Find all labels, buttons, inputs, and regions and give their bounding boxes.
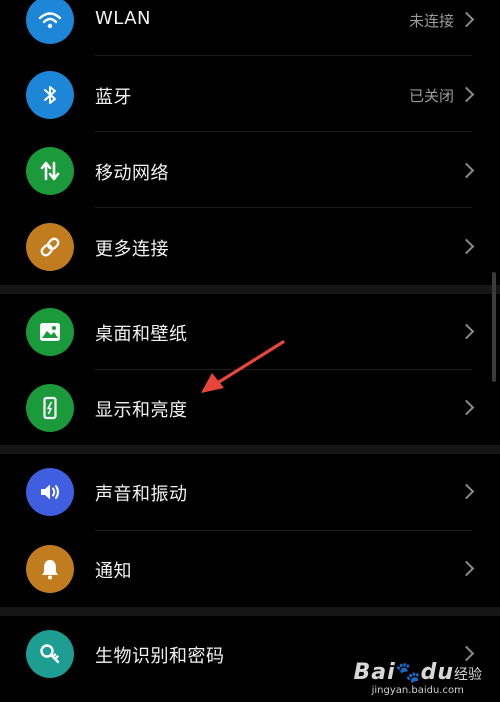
settings-item-sound[interactable]: 声音和振动 [0,454,500,530]
settings-item-label: 生物识别和密码 [95,646,225,667]
settings-item-label: 显示和亮度 [95,400,188,421]
watermark: Bai🐾du经验 jingyan.baidu.com [354,660,482,696]
settings-item-label: 移动网络 [95,163,169,184]
divider [95,55,472,56]
divider [95,207,472,208]
chevron-right-icon [458,483,475,500]
scrollbar[interactable] [492,272,496,382]
link-icon [26,223,74,271]
settings-item-mobile-network[interactable]: 移动网络 [0,133,500,209]
section-separator [0,285,500,294]
wifi-icon [26,0,74,44]
settings-item-more-connections[interactable]: 更多连接 [0,209,500,285]
chevron-right-icon [458,399,475,416]
chevron-right-icon [458,11,475,28]
bell-icon [26,545,74,593]
chevron-right-icon [458,238,475,255]
settings-item-label: 更多连接 [95,239,169,260]
watermark-logo: Bai🐾du经验 [353,660,482,685]
image-icon [26,308,74,356]
key-icon [26,630,74,678]
annotation-arrow [201,340,285,393]
settings-item-label: 蓝牙 [95,87,132,108]
settings-item-bluetooth[interactable]: 蓝牙 已关闭 [0,57,500,133]
chevron-right-icon [458,162,475,179]
watermark-url: jingyan.baidu.com [371,685,464,696]
chevron-right-icon [458,560,475,577]
settings-item-label: 声音和振动 [95,484,188,505]
settings-item-notifications[interactable]: 通知 [0,531,500,607]
speaker-icon [26,468,74,516]
bluetooth-icon [26,71,74,119]
settings-item-wlan[interactable]: WLAN 未连接 [0,0,500,58]
display-icon [26,384,74,432]
divider [95,131,472,132]
chevron-right-icon [458,323,475,340]
settings-item-label: 通知 [95,561,132,582]
settings-item-status: 已关闭 [408,87,454,105]
settings-item-label: 桌面和壁纸 [95,324,188,345]
section-separator [0,607,500,616]
section-separator [0,445,500,454]
settings-item-label: WLAN [95,8,152,29]
settings-item-status: 未连接 [408,12,454,30]
chevron-right-icon [458,645,475,662]
paw-icon: 🐾 [395,660,421,684]
chevron-right-icon [458,86,475,103]
mobile-data-icon [26,147,74,195]
